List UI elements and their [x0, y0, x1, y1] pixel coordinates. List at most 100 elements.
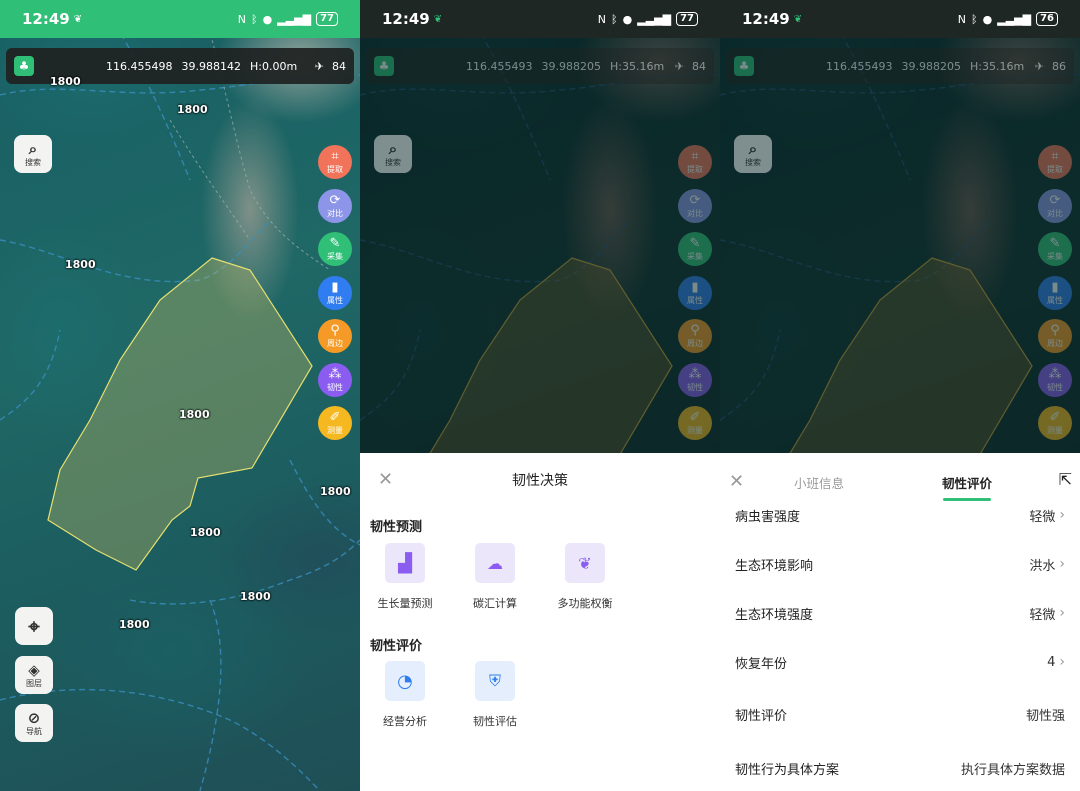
list-item[interactable]: 生态环境影响 洪水 › — [720, 539, 1080, 589]
status-bar: 12:49 ❦ N ᛒ ● ▂▃▅▇ 77 — [0, 0, 360, 38]
satellite-map[interactable] — [0, 0, 360, 791]
bluetooth-icon: ᛒ — [251, 12, 258, 26]
app-leaf-icon: ❦ — [793, 13, 803, 25]
contour-label: 1800 — [50, 75, 81, 88]
attribute-button[interactable]: ▮ 属性 — [318, 276, 352, 310]
app-logo-icon: ♣ — [734, 56, 754, 76]
list-item[interactable]: 生态环境强度 轻微 › — [720, 588, 1080, 638]
management-analysis-tool[interactable]: ◔ 经营分析 — [360, 661, 450, 729]
nearby-button: ⚲ 周边 — [1038, 319, 1072, 353]
ruler-icon: ✐ — [1049, 409, 1061, 425]
list-item[interactable]: 病虫害强度 轻微 › — [720, 490, 1080, 540]
resilience-button: ⁂ 韧性 — [1038, 363, 1072, 397]
multifunction-tradeoff-tool[interactable]: ❦ 多功能权衡 — [540, 543, 630, 611]
pie-chart-icon: ◔ — [397, 670, 413, 692]
refresh-icon: ⟳ — [689, 192, 701, 208]
app-leaf-icon: ❦ — [433, 13, 443, 25]
person-pin-icon: ⚲ — [330, 322, 340, 338]
bottom-sheet: ✕ 韧性决策 韧性预测 ▟ 生长量预测 ☁ 碳汇计算 ❦ 多功能权衡 韧性评价 … — [360, 453, 720, 791]
sprout-icon: ❦ — [578, 553, 592, 573]
measure-button[interactable]: ✐ 测量 — [318, 406, 352, 440]
battery-indicator: 76 — [1036, 12, 1058, 26]
ruler-icon: ✐ — [689, 409, 701, 425]
resilience-assessment-tool[interactable]: ⛨ 韧性评估 — [450, 661, 540, 729]
scan-icon: ⌗ — [1051, 148, 1059, 164]
bluetooth-icon: ᛒ — [971, 12, 978, 26]
attribute-button: ▮ 属性 — [1038, 276, 1072, 310]
contour-label: 1800 — [65, 258, 96, 271]
contour-label: 1800 — [119, 618, 150, 631]
layers-icon: ◈ — [28, 660, 40, 679]
locate-button[interactable]: ⌖ — [15, 607, 53, 645]
chevron-right-icon: › — [1059, 507, 1065, 523]
measure-button: ✐ 测量 — [1038, 406, 1072, 440]
measure-button: ✐ 测量 — [678, 406, 712, 440]
cloud-co2-icon: ☁ — [487, 553, 503, 573]
attribute-button: ▮ 属性 — [678, 276, 712, 310]
layers-button[interactable]: ◈ 图层 — [15, 656, 53, 694]
carbon-calc-tool[interactable]: ☁ 碳汇计算 — [450, 543, 540, 611]
section-title-eval: 韧性评价 — [370, 639, 423, 654]
satellite-icon: ✈ — [1034, 59, 1044, 73]
extract-button: ⌗ 提取 — [678, 145, 712, 179]
status-time: 12:49 — [22, 10, 70, 28]
coordinate-bar: ♣ 116.455493 39.988205 H:35.16m ✈ 84 — [366, 48, 714, 84]
search-icon: ⌕ — [28, 139, 38, 158]
resilience-button[interactable]: ⁂ 韧性 — [318, 363, 352, 397]
location-icon: ● — [622, 12, 633, 26]
scan-icon: ⌗ — [691, 148, 699, 164]
coordinate-bar: ♣ 116.455493 39.988205 H:35.16m ✈ 86 — [726, 48, 1074, 84]
resilience-button: ⁂ 韧性 — [678, 363, 712, 397]
screen-resilience-evaluation: 12:49 ❦ N ᛒ ● ▂▃▅▇ 76 ♣ 116.455493 39.988… — [720, 0, 1080, 791]
extract-button[interactable]: ⌗ 提取 — [318, 145, 352, 179]
nfc-icon: N — [597, 12, 607, 26]
nfc-icon: N — [957, 12, 967, 26]
screen-resilience-decision: 12:49 ❦ N ᛒ ● ▂▃▅▇ 77 ♣ 116.455493 39.988… — [360, 0, 720, 791]
refresh-icon: ⟳ — [329, 192, 341, 208]
chevron-right-icon: › — [1059, 654, 1065, 670]
contour-label: 1800 — [320, 485, 351, 498]
search-icon: ⌕ — [748, 139, 758, 158]
refresh-icon: ⟳ — [1049, 192, 1061, 208]
contour-label: 1800 — [190, 526, 221, 539]
compare-button[interactable]: ⟳ 对比 — [318, 189, 352, 223]
satellite-count: 86 — [1052, 59, 1066, 73]
sheet-title: 韧性决策 — [512, 473, 568, 489]
nfc-icon: N — [237, 12, 247, 26]
height: H:0.00m — [249, 59, 298, 73]
list-item: 韧性评价 韧性强 — [735, 708, 1065, 724]
app-leaf-icon: ❦ — [73, 13, 83, 25]
list-item[interactable]: 恢复年份 4 › — [720, 637, 1080, 687]
person-pin-icon: ⚲ — [690, 322, 700, 338]
edit-icon: ✎ — [329, 235, 341, 251]
chevron-right-icon: › — [1059, 605, 1065, 621]
satellite-count: 84 — [692, 59, 706, 73]
battery-indicator: 77 — [316, 12, 338, 26]
app-logo-icon: ♣ — [14, 56, 34, 76]
location-icon: ● — [262, 12, 273, 26]
height: H:35.16m — [609, 59, 665, 73]
open-external-icon[interactable]: ⇱ — [1059, 470, 1072, 489]
app-logo-icon: ♣ — [374, 56, 394, 76]
bookmark-icon: ▮ — [691, 279, 699, 295]
collect-button: ✎ 采集 — [1038, 232, 1072, 266]
navigate-button[interactable]: ⊘ 导航 — [15, 704, 53, 742]
chevron-right-icon: › — [1059, 556, 1065, 572]
nearby-button[interactable]: ⚲ 周边 — [318, 319, 352, 353]
list-item: 韧性行为具体方案 执行具体方案数据 — [735, 762, 1065, 778]
satellite-icon: ✈ — [314, 59, 324, 73]
contour-label: 1800 — [177, 103, 208, 116]
search-button[interactable]: ⌕ 搜索 — [14, 135, 52, 173]
screen-map: 12:49 ❦ N ᛒ ● ▂▃▅▇ 77 ♣ 116.455498 39.988… — [0, 0, 360, 791]
close-icon[interactable]: ✕ — [729, 471, 744, 492]
person-pin-icon: ⚲ — [1050, 322, 1060, 338]
shield-icon: ⛨ — [488, 671, 501, 690]
contour-label: 1800 — [240, 590, 271, 603]
collect-button[interactable]: ✎ 采集 — [318, 232, 352, 266]
bookmark-icon: ▮ — [1051, 279, 1059, 295]
edit-icon: ✎ — [689, 235, 701, 251]
latitude: 39.988205 — [541, 59, 601, 73]
growth-forecast-tool[interactable]: ▟ 生长量预测 — [360, 543, 450, 611]
compare-button: ⟳ 对比 — [1038, 189, 1072, 223]
contour-label: 1800 — [179, 408, 210, 421]
